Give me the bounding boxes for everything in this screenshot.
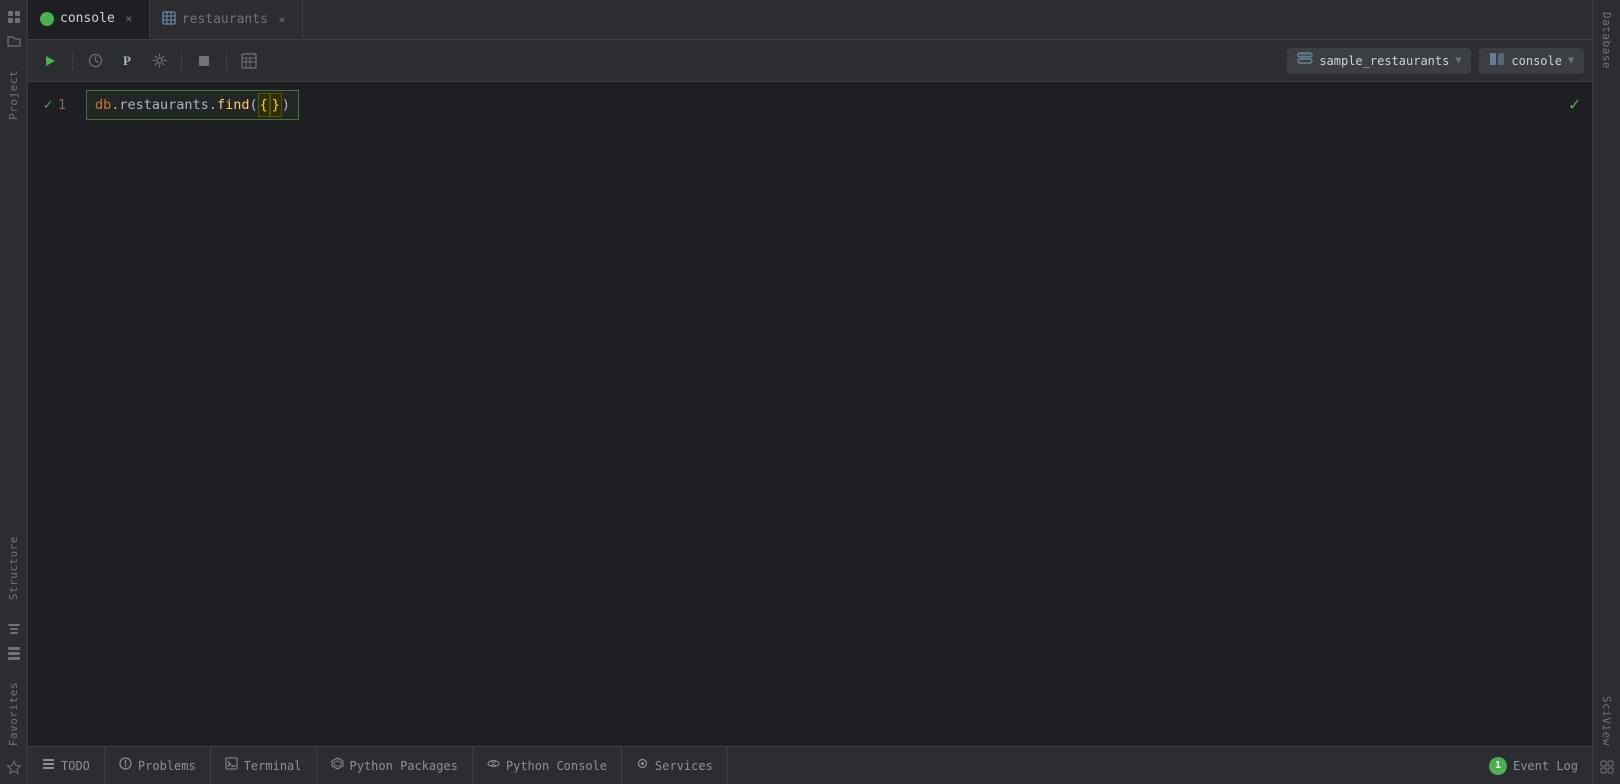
status-terminal-label: Terminal	[244, 759, 302, 773]
sidebar-structure-icon1	[5, 620, 23, 638]
status-bar: TODO Problems Terminal	[28, 746, 1592, 784]
toolbar-right: sample_restaurants ▼ console ▼	[1287, 48, 1584, 74]
console-selector[interactable]: console ▼	[1479, 48, 1584, 74]
line-1-num: 1	[58, 98, 66, 113]
code-paren-close: )	[282, 94, 290, 116]
python-console-icon	[487, 757, 500, 774]
table-button[interactable]	[235, 47, 263, 75]
restaurants-tab-icon	[162, 11, 176, 29]
console-selector-chevron: ▼	[1568, 55, 1574, 66]
status-todo[interactable]: TODO	[28, 747, 105, 784]
editor-area[interactable]: ✓ 1 db.restaurants.find({}) ✓	[28, 82, 1592, 746]
main-area: console ✕ restaurants ✕	[28, 0, 1592, 784]
terminal-icon	[225, 757, 238, 774]
db-selector-icon	[1297, 52, 1313, 70]
code-collection: restaurants	[119, 94, 208, 116]
services-icon	[636, 757, 649, 774]
history-button[interactable]	[81, 47, 109, 75]
tab-bar: console ✕ restaurants ✕	[28, 0, 1592, 40]
status-python-console[interactable]: Python Console	[473, 747, 622, 784]
tab-restaurants-close[interactable]: ✕	[274, 12, 290, 28]
favorites-star-icon[interactable]	[5, 758, 23, 776]
tab-console[interactable]: console ✕	[28, 0, 150, 39]
console-selector-icon	[1489, 52, 1505, 70]
python-btn-label: P	[123, 53, 131, 69]
line-1-row: ✓ 1	[44, 94, 66, 116]
console-selector-label: console	[1511, 54, 1562, 68]
run-button[interactable]	[36, 47, 64, 75]
status-problems-label: Problems	[138, 759, 196, 773]
settings-button[interactable]	[145, 47, 173, 75]
status-python-console-label: Python Console	[506, 759, 607, 773]
db-selector-label: sample_restaurants	[1319, 54, 1449, 68]
tab-console-label: console	[60, 11, 115, 26]
status-services[interactable]: Services	[622, 747, 728, 784]
code-dot2: .	[209, 94, 217, 116]
code-dot1: .	[111, 94, 119, 116]
toolbar-sep-1	[72, 51, 73, 71]
status-terminal[interactable]: Terminal	[211, 747, 317, 784]
status-python-packages[interactable]: Python Packages	[317, 747, 473, 784]
status-python-packages-label: Python Packages	[350, 759, 458, 773]
left-sidebar: Project Structure Favorites	[0, 0, 28, 784]
event-log-badge: 1	[1489, 757, 1507, 775]
status-todo-label: TODO	[61, 759, 90, 773]
db-selector-chevron: ▼	[1455, 55, 1461, 66]
status-event-log[interactable]: 1 Event Log	[1475, 747, 1592, 784]
right-sidebar: Database SciView	[1592, 0, 1620, 784]
toolbar: P	[28, 40, 1592, 82]
code-line-1[interactable]: db.restaurants.find({})	[86, 94, 1592, 116]
code-brace-close: }	[270, 93, 282, 117]
console-tab-icon	[40, 12, 54, 26]
code-brace-open: {	[258, 93, 270, 117]
code-db: db	[95, 94, 111, 116]
tab-console-close[interactable]: ✕	[121, 11, 137, 27]
toolbar-sep-3	[226, 51, 227, 71]
toolbar-sep-2	[181, 51, 182, 71]
tab-restaurants[interactable]: restaurants ✕	[150, 0, 303, 39]
code-highlight: db.restaurants.find({})	[86, 90, 299, 120]
sidebar-icon-folder[interactable]	[5, 32, 23, 50]
line-1-check: ✓	[44, 97, 52, 113]
sidebar-icon-project[interactable]	[5, 8, 23, 26]
status-services-label: Services	[655, 759, 713, 773]
sidebar-item-favorites[interactable]: Favorites	[3, 670, 24, 758]
sidebar-item-database[interactable]: Database	[1596, 0, 1617, 81]
sidebar-item-structure[interactable]: Structure	[3, 524, 24, 612]
stop-button[interactable]	[190, 47, 218, 75]
python-button[interactable]: P	[113, 47, 141, 75]
line-numbers: ✓ 1	[28, 82, 78, 746]
sidebar-structure-icon2	[5, 644, 23, 662]
code-area[interactable]: db.restaurants.find({})	[78, 82, 1592, 746]
db-selector[interactable]: sample_restaurants ▼	[1287, 48, 1471, 74]
status-spacer	[728, 747, 1475, 784]
tab-restaurants-label: restaurants	[182, 12, 268, 27]
event-log-label: Event Log	[1513, 759, 1578, 773]
code-paren-open: (	[249, 94, 257, 116]
todo-icon	[42, 757, 55, 774]
sciview-icon[interactable]	[1598, 758, 1616, 776]
sidebar-item-sciview[interactable]: SciView	[1596, 684, 1617, 758]
python-packages-icon	[331, 757, 344, 774]
code-method: find	[217, 94, 250, 116]
status-problems[interactable]: Problems	[105, 747, 211, 784]
right-checkmark: ✓	[1569, 94, 1580, 115]
problems-icon	[119, 757, 132, 774]
sidebar-item-project[interactable]: Project	[3, 58, 24, 132]
